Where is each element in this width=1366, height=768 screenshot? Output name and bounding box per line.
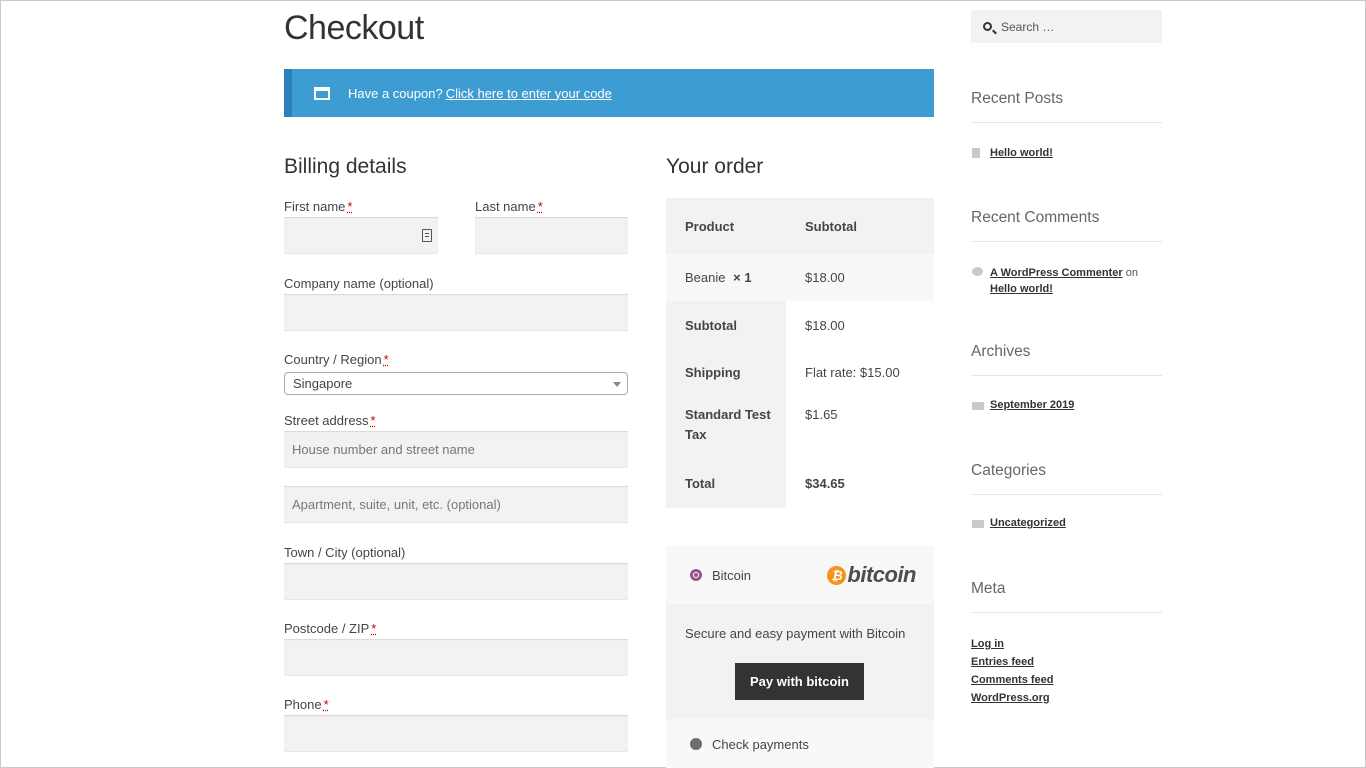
comment-icon xyxy=(972,267,983,276)
total-value: $34.65 xyxy=(786,463,845,508)
item-name: Beanie xyxy=(685,270,726,285)
bitcoin-icon: ₿ xyxy=(827,565,847,585)
subtotal-value: $18.00 xyxy=(786,301,845,348)
city-label: Town / City (optional) xyxy=(284,545,406,560)
last-name-label: Last name * xyxy=(475,199,543,214)
bitcoin-logo: ₿ bitcoin xyxy=(827,562,916,588)
required-marker: * xyxy=(370,413,376,428)
street-address-field[interactable]: House number and street name xyxy=(284,431,628,468)
recent-comments-title: Recent Comments xyxy=(971,209,1162,242)
recent-posts-title: Recent Posts xyxy=(971,90,1162,123)
payment-option-bitcoin[interactable]: Bitcoin ₿ bitcoin xyxy=(666,546,934,604)
document-icon xyxy=(972,148,980,158)
required-marker: * xyxy=(371,621,377,636)
meta-comments-feed-link[interactable]: Comments feed xyxy=(971,674,1054,686)
coupon-link[interactable]: Click here to enter your code xyxy=(446,86,612,101)
company-field[interactable] xyxy=(284,294,628,331)
country-label: Country / Region * xyxy=(284,352,389,367)
coupon-notice: Have a coupon? Click here to enter your … xyxy=(284,69,934,117)
street2-placeholder: Apartment, suite, unit, etc. (optional) xyxy=(292,497,501,512)
bitcoin-label: Bitcoin xyxy=(712,567,752,583)
recent-comment: A WordPress Commenter on Hello world! xyxy=(990,265,1162,297)
first-name-label-text: First name xyxy=(284,199,346,214)
payment-methods: Bitcoin ₿ bitcoin Secure and easy paymen… xyxy=(666,546,934,768)
archive-link[interactable]: September 2019 xyxy=(990,399,1074,411)
subtotal-row: Subtotal $18.00 xyxy=(666,301,934,348)
billing-heading: Billing details xyxy=(284,155,407,178)
country-select[interactable]: Singapore xyxy=(284,372,628,395)
phone-label: Phone * xyxy=(284,697,329,712)
pay-with-bitcoin-button[interactable]: Pay with bitcoin xyxy=(735,663,864,700)
item-cell: Beanie × 1 xyxy=(666,270,786,285)
total-row: Total $34.65 xyxy=(666,463,934,508)
shipping-value: Flat rate: $15.00 xyxy=(786,348,900,395)
first-name-label: First name * xyxy=(284,199,352,214)
item-price: $18.00 xyxy=(805,270,845,285)
item-qty: × 1 xyxy=(733,270,752,285)
window-icon xyxy=(314,86,330,100)
required-marker: * xyxy=(383,352,389,367)
first-name-field[interactable] xyxy=(284,217,438,254)
tax-value: $1.65 xyxy=(786,395,838,463)
col-product: Product xyxy=(685,218,735,234)
meta-title: Meta xyxy=(971,580,1162,613)
search-input[interactable]: Search … xyxy=(971,10,1162,43)
city-field[interactable] xyxy=(284,563,628,600)
meta-wordpress-link[interactable]: WordPress.org xyxy=(971,692,1050,704)
check-payments-label: Check payments xyxy=(712,736,809,752)
page-title: Checkout xyxy=(284,9,424,47)
folder-icon xyxy=(972,402,984,410)
order-header-row: Product Subtotal xyxy=(666,198,934,254)
street-label: Street address * xyxy=(284,413,376,428)
street-address-2-field[interactable]: Apartment, suite, unit, etc. (optional) xyxy=(284,486,628,523)
required-marker: * xyxy=(323,697,329,712)
autofill-icon[interactable] xyxy=(422,229,432,242)
street-placeholder: House number and street name xyxy=(292,442,475,457)
chevron-down-icon xyxy=(613,382,621,387)
recent-post-link[interactable]: Hello world! xyxy=(990,147,1053,159)
radio-bitcoin[interactable] xyxy=(690,569,702,581)
last-name-field[interactable] xyxy=(475,217,628,254)
order-item-row: Beanie × 1 $18.00 xyxy=(666,254,934,301)
comment-post-link[interactable]: Hello world! xyxy=(990,283,1053,295)
postcode-label-text: Postcode / ZIP xyxy=(284,621,370,636)
phone-label-text: Phone xyxy=(284,697,322,712)
last-name-label-text: Last name xyxy=(475,199,536,214)
phone-field[interactable] xyxy=(284,715,628,752)
categories-title: Categories xyxy=(971,462,1162,495)
order-table: Product Subtotal Beanie × 1 $18.00 Subto… xyxy=(666,198,934,508)
postcode-field[interactable] xyxy=(284,639,628,676)
bitcoin-payment-box: Secure and easy payment with Bitcoin Pay… xyxy=(666,604,934,719)
company-label: Company name (optional) xyxy=(284,276,434,291)
required-marker: * xyxy=(537,199,543,214)
postcode-label: Postcode / ZIP * xyxy=(284,621,376,636)
bitcoin-description: Secure and easy payment with Bitcoin xyxy=(685,626,906,641)
folder-icon xyxy=(972,520,984,528)
country-value: Singapore xyxy=(293,376,353,391)
comment-author-link[interactable]: A WordPress Commenter xyxy=(990,267,1123,279)
archives-title: Archives xyxy=(971,343,1162,376)
meta-entries-feed-link[interactable]: Entries feed xyxy=(971,656,1034,668)
shipping-label: Shipping xyxy=(666,348,786,395)
bitcoin-logo-text: bitcoin xyxy=(847,562,916,587)
country-label-text: Country / Region xyxy=(284,352,382,367)
tax-row: Standard Test Tax $1.65 xyxy=(666,395,934,463)
search-placeholder: Search … xyxy=(1001,20,1055,34)
subtotal-label: Subtotal xyxy=(666,301,786,348)
comment-on-text: on xyxy=(1125,267,1138,279)
category-link[interactable]: Uncategorized xyxy=(990,517,1066,529)
payment-option-check[interactable]: Check payments xyxy=(666,719,934,768)
shipping-row: Shipping Flat rate: $15.00 xyxy=(666,348,934,395)
search-icon xyxy=(983,22,992,31)
order-heading: Your order xyxy=(666,155,764,178)
meta-login-link[interactable]: Log in xyxy=(971,638,1004,650)
coupon-text: Have a coupon? xyxy=(348,85,443,101)
col-subtotal: Subtotal xyxy=(805,218,857,234)
radio-check-payments[interactable] xyxy=(690,738,702,750)
tax-label: Standard Test Tax xyxy=(666,395,786,463)
required-marker: * xyxy=(347,199,353,214)
total-label: Total xyxy=(666,463,786,508)
street-label-text: Street address xyxy=(284,413,369,428)
